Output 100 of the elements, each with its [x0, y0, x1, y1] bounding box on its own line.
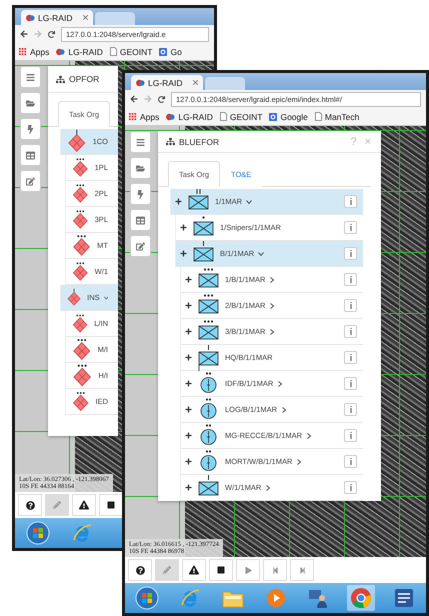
plus-icon[interactable] [185, 302, 192, 309]
warning-icon [189, 565, 199, 575]
windows-logo-icon [26, 521, 50, 545]
chrome-icon [350, 587, 372, 609]
chevron-right-icon[interactable] [269, 302, 276, 308]
bookmark-link[interactable]: GEOINT [220, 112, 262, 122]
info-button[interactable] [344, 429, 357, 442]
info-button[interactable] [344, 247, 357, 260]
side-tool-button[interactable] [20, 92, 41, 114]
table-icon [136, 216, 145, 224]
bookmark-link[interactable]: Apps [129, 112, 160, 122]
edit-icon [136, 242, 145, 250]
plus-icon[interactable] [185, 380, 192, 387]
stop-icon [107, 501, 115, 509]
side-tool-button[interactable] [130, 235, 151, 257]
bookmark-link[interactable]: Google [269, 112, 308, 122]
side-tool-button[interactable] [130, 209, 151, 231]
chevron-right-icon[interactable] [296, 458, 302, 464]
help-button[interactable] [128, 559, 152, 581]
bookmark-link[interactable]: LG-RAID [56, 46, 103, 56]
apps-grid-icon [129, 112, 137, 120]
info-button[interactable] [344, 325, 357, 338]
chevron-right-icon[interactable] [269, 328, 276, 334]
plus-icon[interactable] [185, 458, 192, 465]
side-tool-button[interactable] [130, 157, 151, 179]
plus-icon[interactable] [185, 406, 192, 413]
lightning-icon [26, 124, 35, 134]
help-icon [136, 566, 144, 574]
stop-button[interactable] [209, 559, 233, 581]
back-icon[interactable] [130, 95, 138, 103]
info-button[interactable] [344, 299, 357, 312]
pencil-icon [163, 566, 171, 574]
browser-e-icon [71, 522, 93, 544]
page-icon [110, 47, 117, 56]
info-button[interactable] [344, 481, 357, 494]
info-button[interactable] [344, 195, 357, 208]
reload-icon[interactable] [158, 96, 165, 102]
chevron-down-icon[interactable] [258, 250, 264, 256]
menu-icon [136, 138, 145, 146]
side-tool-button[interactable] [130, 183, 151, 205]
skip-back-icon [272, 566, 278, 574]
info-button[interactable] [344, 273, 357, 286]
stop-icon [217, 566, 225, 574]
side-tool-button[interactable] [20, 170, 41, 192]
info-button[interactable] [344, 221, 357, 234]
taskbar-button[interactable] [346, 585, 376, 611]
panel-title: OPFOR [69, 74, 100, 84]
logo-icon [166, 112, 176, 120]
close-icon[interactable] [193, 80, 198, 85]
help-button[interactable] [18, 494, 42, 516]
chevron-right-icon[interactable] [269, 276, 276, 282]
plus-icon[interactable] [185, 328, 192, 335]
plus-icon[interactable] [180, 250, 187, 257]
info-button[interactable] [344, 377, 357, 390]
stop-button[interactable] [99, 494, 123, 516]
bookmark-link[interactable]: Apps [19, 46, 50, 56]
reload-icon[interactable] [48, 30, 55, 38]
side-tool-button[interactable] [20, 66, 41, 88]
side-tool-button[interactable] [20, 118, 41, 140]
plus-icon[interactable] [175, 198, 182, 205]
bookmark-link[interactable]: LG-RAID [166, 112, 213, 122]
chevron-right-icon[interactable] [306, 432, 312, 438]
chevron-down-icon[interactable] [246, 198, 252, 204]
logo-icon [136, 78, 145, 86]
plus-icon[interactable] [185, 484, 192, 491]
plus-icon[interactable] [185, 354, 192, 361]
chevron-right-icon[interactable] [265, 484, 272, 490]
skip-forward-button[interactable] [290, 559, 314, 581]
plus-icon[interactable] [185, 276, 192, 283]
plus-icon[interactable] [185, 432, 192, 439]
browser-e-icon [179, 587, 202, 609]
plus-icon[interactable] [180, 224, 187, 231]
page-icon [220, 112, 227, 121]
close-icon[interactable] [83, 15, 88, 20]
side-tool-button[interactable] [130, 131, 151, 153]
warning-button[interactable] [182, 559, 206, 581]
chevron-down-icon[interactable] [104, 294, 108, 300]
bookmark-link[interactable]: Go [159, 46, 182, 56]
bookmark-link[interactable]: GEOINT [110, 46, 152, 56]
table-icon [26, 150, 35, 160]
bookmark-link[interactable]: ManTech [314, 112, 360, 122]
info-button[interactable] [344, 403, 357, 416]
chevron-right-icon[interactable] [277, 380, 284, 386]
info-button[interactable] [344, 351, 357, 364]
chevron-right-icon[interactable] [281, 406, 288, 412]
logo-icon [26, 14, 35, 22]
skip-back-button[interactable] [263, 559, 287, 581]
browser-tab[interactable]: LG-RAID [21, 10, 93, 25]
browser-tab[interactable]: LG-RAID [131, 75, 203, 90]
info-button[interactable] [344, 455, 357, 468]
skip-forward-icon [298, 566, 306, 574]
org-chart-icon [166, 137, 175, 146]
google-bookmark-icon [269, 112, 278, 120]
edit-icon [26, 176, 35, 186]
windows-logo-icon [135, 586, 160, 610]
warning-button[interactable] [72, 494, 96, 516]
back-icon[interactable] [20, 30, 28, 38]
media-player-icon [266, 588, 286, 608]
side-tool-button[interactable] [20, 144, 41, 166]
network-user-icon [307, 587, 330, 609]
